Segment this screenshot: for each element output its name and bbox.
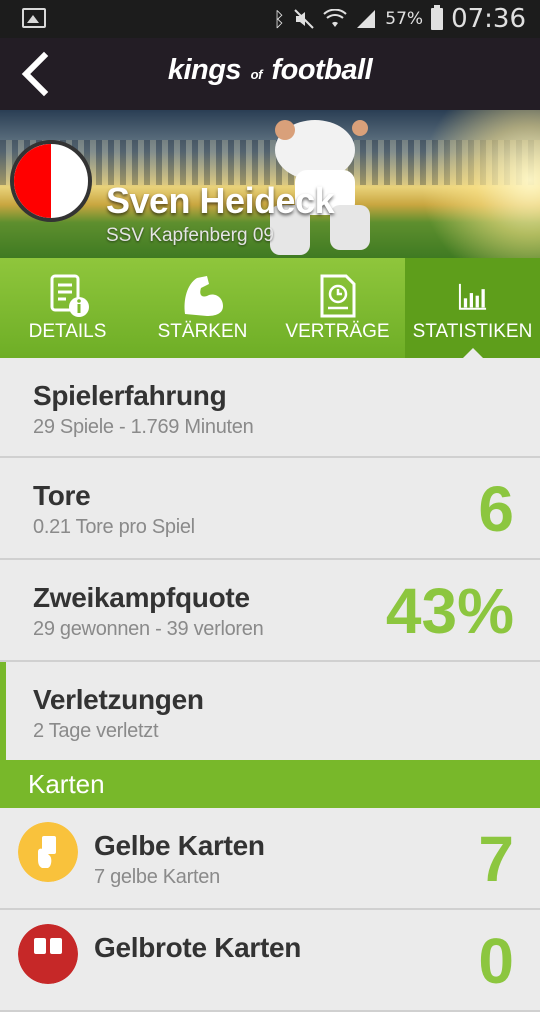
stat-yellow-cards[interactable]: Gelbe Karten 7 gelbe Karten 7 [0, 808, 540, 910]
statistics-chart-icon [458, 283, 486, 310]
battery-icon [431, 5, 444, 30]
stat-goals-sub: 0.21 Tore pro Spiel [33, 516, 195, 538]
tab-contracts-label: VERTRÄGE [285, 321, 390, 342]
tab-contracts[interactable]: VERTRÄGE [270, 258, 405, 358]
mute-icon [294, 9, 314, 29]
bluetooth-icon: ᛒ [273, 7, 286, 31]
logo-of: of [250, 67, 263, 82]
stadium-light [420, 110, 540, 258]
signal-icon [357, 10, 376, 28]
tab-statistics-label: STATISTIKEN [412, 321, 533, 342]
wifi-icon [323, 9, 347, 27]
tab-details[interactable]: DETAILS [0, 258, 135, 358]
bicep-strength-icon [184, 276, 223, 316]
tab-strengths-label: STÄRKEN [157, 321, 248, 342]
stat-duels-title: Zweikampfquote [33, 582, 250, 613]
stat-injuries-title: Verletzungen [33, 684, 204, 715]
stat-yellow-red-cards[interactable]: Gelbrote Karten 0 [0, 910, 540, 1012]
stat-yellow-red-cards-value: 0 [478, 925, 514, 997]
clock: 07:36 [451, 4, 526, 34]
battery-percent: 57% [385, 9, 424, 29]
stat-yellow-red-cards-title: Gelbrote Karten [94, 932, 302, 963]
tab-details-label: DETAILS [28, 321, 107, 342]
selected-row-accent [0, 662, 6, 760]
stat-injuries-sub: 2 Tage verletzt [33, 720, 159, 742]
stat-goals[interactable]: Tore 0.21 Tore pro Spiel 6 [0, 458, 540, 560]
stat-experience-title: Spielerfahrung [33, 380, 227, 411]
stat-duels[interactable]: Zweikampfquote 29 gewonnen - 39 verloren… [0, 560, 540, 662]
stat-yellow-cards-value: 7 [478, 823, 514, 895]
status-icons: ᛒ 57% 07:36 [273, 0, 526, 38]
app-logo: kings of football [0, 54, 540, 87]
yellow-red-card-icon [18, 924, 78, 984]
stat-goals-title: Tore [33, 480, 91, 511]
tab-bar: DETAILS STÄRKEN VERTRÄGE STATISTIKEN [0, 258, 540, 358]
app-bar: kings of football [0, 38, 540, 110]
club-crest [10, 140, 92, 222]
stat-goals-value: 6 [478, 473, 514, 545]
player-club: SSV Kapfenberg 09 [106, 225, 274, 246]
logo-football: football [271, 54, 373, 86]
stat-yellow-cards-title: Gelbe Karten [94, 830, 265, 861]
stat-experience[interactable]: Spielerfahrung 29 Spiele - 1.769 Minuten [0, 358, 540, 458]
status-bar: ᛒ 57% 07:36 [0, 0, 540, 38]
contract-clock-icon [320, 274, 355, 318]
tab-strengths[interactable]: STÄRKEN [135, 258, 270, 358]
tab-statistics[interactable]: STATISTIKEN [405, 258, 540, 358]
active-tab-indicator [462, 348, 483, 358]
section-header-cards-label: Karten [28, 769, 105, 799]
yellow-card-icon [18, 822, 78, 882]
stat-injuries[interactable]: Verletzungen 2 Tage verletzt [0, 662, 540, 760]
details-document-icon [50, 274, 89, 317]
stat-experience-sub: 29 Spiele - 1.769 Minuten [33, 416, 254, 438]
gallery-icon [22, 8, 46, 28]
logo-kings: kings [167, 54, 242, 86]
stat-duels-value: 43% [385, 575, 514, 647]
player-name: Sven Heideck [106, 180, 335, 221]
stat-yellow-cards-sub: 7 gelbe Karten [94, 866, 220, 888]
section-header-cards: Karten [0, 760, 540, 808]
stat-duels-sub: 29 gewonnen - 39 verloren [33, 618, 264, 640]
